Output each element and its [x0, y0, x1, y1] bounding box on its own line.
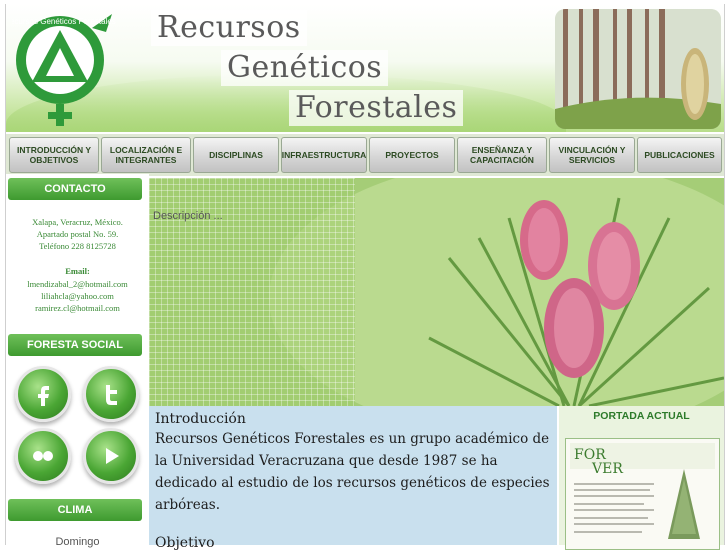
site-title-line1: Recursos [151, 10, 307, 46]
email-link-2[interactable]: liliahcla@yahoo.com [6, 290, 149, 302]
page-frame: Recursos Genéticos Forestales Recursos G… [5, 4, 725, 551]
nav-item-infraestructura[interactable]: INFRAESTRUCTURA [281, 137, 367, 173]
nav-item-localizacion[interactable]: LOCALIZACIÓN E INTEGRANTES [101, 137, 191, 173]
nav-item-proyectos[interactable]: PROYECTOS [369, 137, 455, 173]
address-line1: Xalapa, Veracruz, México. [32, 217, 123, 227]
portada-heading: PORTADA ACTUAL [593, 410, 690, 422]
nav-item-ensenanza[interactable]: ENSEÑANZA Y CAPACITACIÓN [457, 137, 547, 173]
contact-heading: CONTACTO [8, 178, 142, 200]
video-button[interactable] [83, 428, 139, 484]
site-title-line2: Genéticos [221, 50, 389, 86]
intro-section: Introducción Recursos Genéticos Forestal… [149, 406, 557, 551]
facebook-icon [38, 386, 49, 406]
logo-text: Recursos Genéticos Forestales [12, 17, 116, 26]
address-line2: Apartado postal No. 59. [36, 229, 119, 239]
facebook-button[interactable] [15, 366, 71, 422]
journal-cover[interactable]: FOR VER [565, 438, 720, 550]
header-forest-photo [555, 9, 721, 129]
email-link-3[interactable]: ramirez.cl@hotmail.com [6, 302, 149, 314]
email-link-1[interactable]: lmendizabal_2@hotmail.com [6, 278, 149, 290]
twitter-button[interactable] [83, 366, 139, 422]
phone-line: Teléfono 228 8125728 [39, 241, 116, 251]
nav-item-introduccion[interactable]: INTRODUCCIÓN Y OBJETIVOS [9, 137, 99, 173]
nav-item-disciplinas[interactable]: DISCIPLINAS [193, 137, 279, 173]
main-nav: INTRODUCCIÓN Y OBJETIVOS LOCALIZACIÓN E … [6, 132, 724, 176]
email-label: Email: [65, 266, 90, 276]
weather-day: Domingo [55, 536, 100, 548]
intro-heading: Introducción [155, 411, 246, 427]
hero-description: Descripción ... [153, 210, 223, 222]
nav-item-vinculacion[interactable]: VINCULACIÓN Y SERVICIOS [549, 137, 635, 173]
flickr-icon [33, 451, 53, 461]
flickr-button[interactable] [15, 428, 71, 484]
objective-heading: Objetivo [155, 535, 215, 551]
cover-title-2: VER [591, 461, 623, 477]
site-logo[interactable]: Recursos Genéticos Forestales [12, 10, 116, 126]
weather-heading: CLIMA [8, 499, 142, 521]
left-sidebar: CONTACTO Xalapa, Veracruz, México. Apart… [6, 174, 149, 548]
nav-item-publicaciones[interactable]: PUBLICACIONES [637, 137, 722, 173]
intro-body: Recursos Genéticos Forestales es un grup… [155, 431, 550, 513]
play-icon [106, 448, 119, 464]
portada-panel: PORTADA ACTUAL FOR VER [559, 406, 724, 550]
twitter-icon [106, 385, 117, 405]
site-header: Recursos Genéticos Forestales Recursos G… [6, 4, 724, 132]
site-title-line3: Forestales [289, 90, 464, 126]
social-heading: FORESTA SOCIAL [8, 334, 142, 356]
hero-image: Descripción ... [149, 178, 724, 406]
